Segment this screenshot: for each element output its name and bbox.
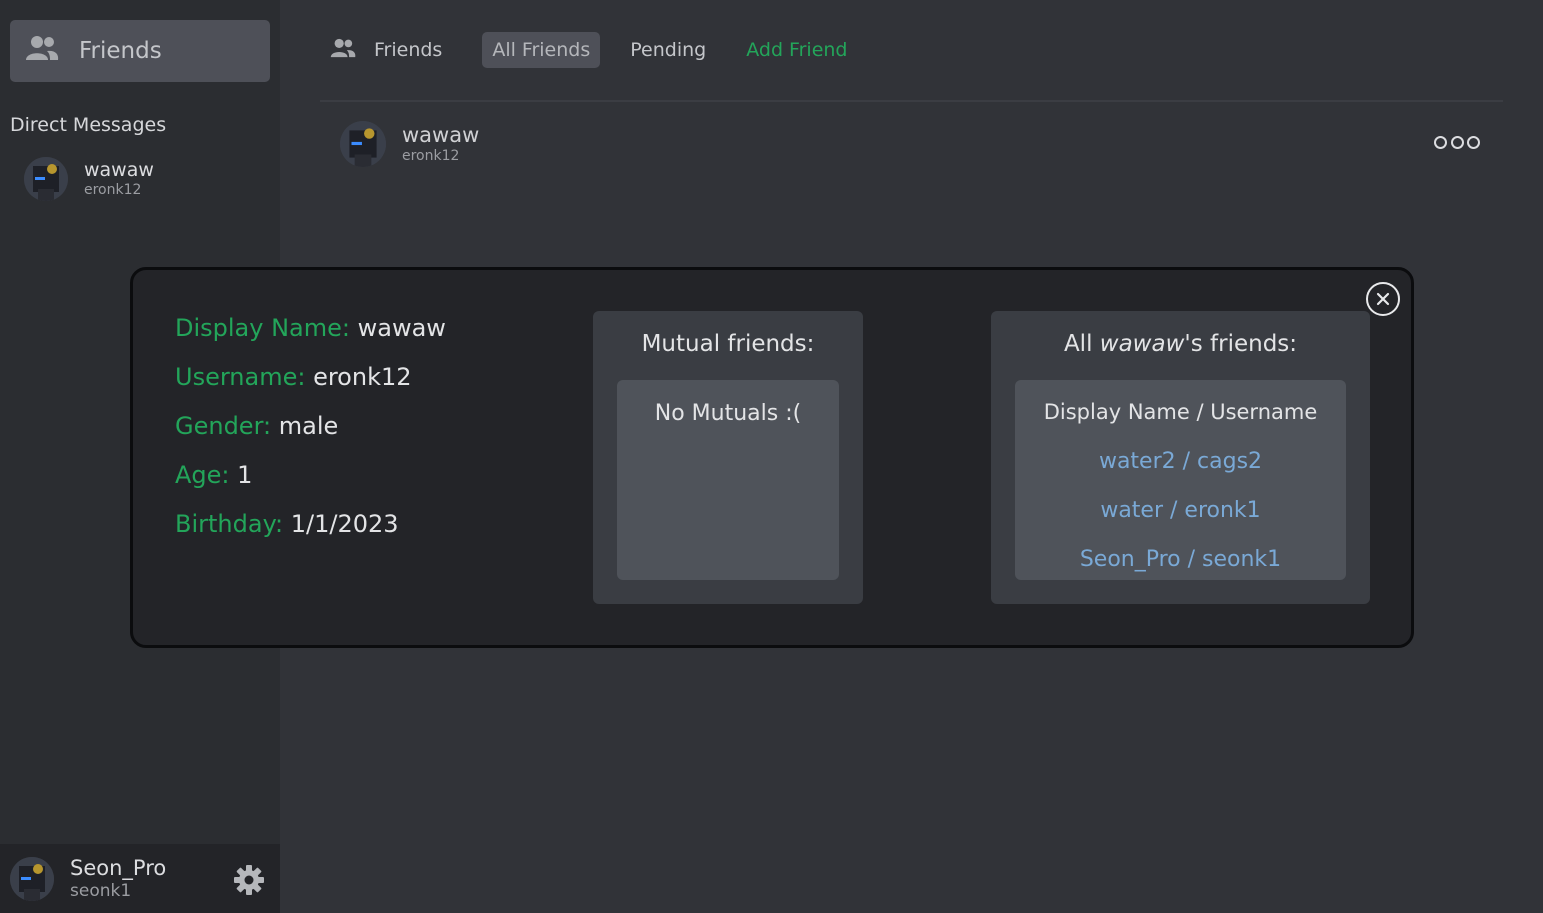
- all-friends-column-header: Display Name / Username: [1043, 400, 1318, 424]
- all-friends-title: All wawaw's friends:: [991, 311, 1370, 357]
- field-value: male: [278, 412, 339, 440]
- current-user-panel: Seon_Pro seonk1: [0, 844, 280, 913]
- friend-link[interactable]: water / eronk1: [1015, 487, 1346, 536]
- tab-pending[interactable]: Pending: [620, 32, 716, 68]
- people-icon: [330, 38, 356, 62]
- current-user-username: seonk1: [70, 880, 132, 901]
- field-label: Display Name:: [175, 314, 350, 342]
- dm-item-text: wawaw eronk12: [84, 159, 154, 199]
- field-label: Gender:: [175, 412, 272, 440]
- field-label: Birthday:: [175, 510, 284, 538]
- gear-icon[interactable]: [233, 864, 265, 900]
- tab-all-friends[interactable]: All Friends: [482, 32, 601, 68]
- friend-link[interactable]: Seon_Pro / seonk1: [1015, 536, 1346, 580]
- profile-age-row: Age: 1: [175, 457, 446, 506]
- field-label: Age:: [175, 461, 230, 489]
- title-prefix: All: [1063, 331, 1100, 357]
- friend-text: wawaw eronk12: [402, 123, 479, 165]
- people-icon: [25, 35, 79, 67]
- profile-info: Display Name: wawaw Username: eronk12 Ge…: [175, 310, 446, 555]
- all-friends-card: All wawaw's friends: Display Name / User…: [991, 311, 1370, 604]
- close-icon[interactable]: [1366, 282, 1400, 316]
- avatar: [24, 157, 68, 201]
- friend-list-item[interactable]: wawaw eronk12: [340, 118, 1500, 170]
- dm-display-name: wawaw: [84, 159, 154, 181]
- more-options-icon[interactable]: [1434, 132, 1480, 152]
- app: Friends Direct Messages wawaw eronk12 Se…: [0, 0, 1543, 913]
- direct-messages-heading: Direct Messages: [10, 114, 167, 136]
- mutual-friends-list: No Mutuals :(: [617, 380, 839, 580]
- mutual-friends-card: Mutual friends: No Mutuals :(: [593, 311, 863, 604]
- profile-birthday-row: Birthday: 1/1/2023: [175, 506, 446, 555]
- mutual-friends-title: Mutual friends:: [641, 331, 815, 357]
- current-user-display-name: Seon_Pro: [70, 855, 167, 880]
- field-value: eronk12: [313, 363, 412, 391]
- sidebar-friends-label: Friends: [79, 38, 162, 64]
- profile-modal: Display Name: wawaw Username: eronk12 Ge…: [130, 267, 1414, 648]
- all-friends-list[interactable]: Display Name / Username water2 / cags2 w…: [1015, 380, 1346, 580]
- title-name: wawaw: [1099, 331, 1185, 357]
- top-bar: Friends All Friends Pending Add Friend: [320, 20, 1503, 80]
- profile-display-name-row: Display Name: wawaw: [175, 310, 446, 359]
- friend-display-name: wawaw: [402, 123, 480, 147]
- friend-link[interactable]: water2 / cags2: [1015, 438, 1346, 487]
- mutual-empty-message: No Mutuals :(: [654, 401, 802, 426]
- page-title: Friends: [374, 39, 443, 61]
- avatar: [340, 121, 386, 167]
- field-value: wawaw: [357, 314, 446, 342]
- profile-username-row: Username: eronk12: [175, 359, 446, 408]
- friend-username: eronk12: [402, 148, 460, 164]
- field-value: 1/1/2023: [290, 510, 399, 538]
- profile-gender-row: Gender: male: [175, 408, 446, 457]
- sidebar-friends-button[interactable]: Friends: [10, 20, 270, 82]
- current-user-text: Seon_Pro seonk1: [70, 856, 166, 902]
- tab-add-friend[interactable]: Add Friend: [736, 32, 857, 68]
- dm-item-wawaw[interactable]: wawaw eronk12: [24, 156, 270, 202]
- title-suffix: 's friends:: [1184, 331, 1298, 357]
- field-label: Username:: [175, 363, 306, 391]
- field-value: 1: [237, 461, 253, 489]
- avatar[interactable]: [10, 856, 54, 901]
- dm-username: eronk12: [84, 182, 142, 198]
- divider: [320, 100, 1503, 102]
